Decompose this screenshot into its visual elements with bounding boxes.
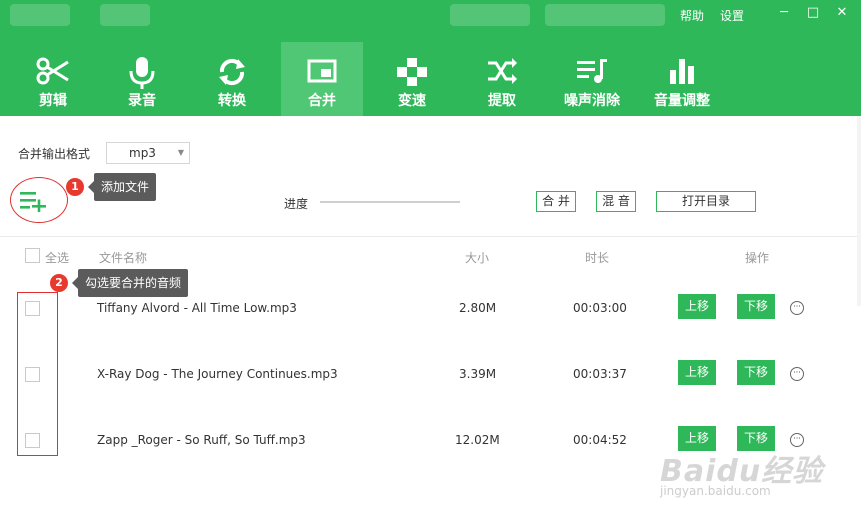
tool-label: 转换 <box>218 93 246 109</box>
move-up-button[interactable]: 上移 <box>678 294 716 319</box>
tool-extract[interactable]: 提取 <box>461 48 543 116</box>
tool-label: 合并 <box>308 93 336 109</box>
select-tooltip: 勾选要合并的音频 <box>71 269 189 297</box>
file-name: X-Ray Dog - The Journey Continues.mp3 <box>97 367 338 381</box>
header-bar: 帮助 设置 ─ □ ✕ 剪辑 录音 转换 合并 变速 提取 噪声消除 音量调整 <box>0 0 861 116</box>
settings-link[interactable]: 设置 <box>720 7 744 24</box>
gamepad-icon <box>397 58 427 86</box>
move-up-button[interactable]: 上移 <box>678 360 716 385</box>
add-file-tooltip: 添加文件 <box>87 173 157 201</box>
minimize-button[interactable]: ─ <box>775 4 793 22</box>
row-checkbox[interactable] <box>25 433 40 448</box>
progress-label: 进度 <box>284 197 309 211</box>
file-duration: 00:03:37 <box>573 367 627 381</box>
file-name: Zapp _Roger - So Ruff, So Tuff.mp3 <box>97 433 306 447</box>
header-select-all: 全选 <box>45 251 70 265</box>
tool-label: 噪声消除 <box>564 93 620 109</box>
header-name: 文件名称 <box>99 251 148 265</box>
shuffle-icon <box>488 58 517 84</box>
tool-label: 变速 <box>398 93 426 109</box>
scissors-icon <box>36 57 69 85</box>
title-blur <box>10 4 70 26</box>
tool-speed[interactable]: 变速 <box>371 48 453 116</box>
format-value: mp3 <box>129 146 156 160</box>
watermark-url: jingyan.baidu.com <box>660 484 771 498</box>
row-checkbox[interactable] <box>25 367 40 382</box>
refresh-icon <box>219 58 245 86</box>
tool-cut[interactable]: 剪辑 <box>12 48 94 116</box>
header-actions: 操作 <box>745 251 770 265</box>
merge-button[interactable]: 合 并 <box>536 191 576 212</box>
file-duration: 00:03:00 <box>573 301 627 315</box>
merge-window-icon <box>307 59 337 83</box>
add-file-icon[interactable] <box>20 190 48 212</box>
file-size: 12.02M <box>455 433 500 447</box>
header-size: 大小 <box>465 251 490 265</box>
step-badge-2: 2 <box>50 274 68 292</box>
more-options-icon[interactable]: ··· <box>790 301 804 315</box>
more-options-icon[interactable]: ··· <box>790 367 804 381</box>
tool-record[interactable]: 录音 <box>101 48 183 116</box>
header-duration: 时长 <box>585 251 610 265</box>
file-duration: 00:04:52 <box>573 433 627 447</box>
file-size: 3.39M <box>459 367 497 381</box>
chevron-down-icon: ▼ <box>177 148 184 157</box>
row-checkbox[interactable] <box>25 301 40 316</box>
step-badge-1: 1 <box>66 178 84 196</box>
progress-bar <box>320 201 460 203</box>
move-down-button[interactable]: 下移 <box>737 360 775 385</box>
title-blur <box>100 4 150 26</box>
maximize-button[interactable]: □ <box>804 4 822 22</box>
tool-volume[interactable]: 音量调整 <box>641 48 723 116</box>
tool-label: 剪辑 <box>39 93 67 109</box>
title-blur <box>545 4 665 26</box>
music-list-icon <box>577 59 607 83</box>
move-down-button[interactable]: 下移 <box>737 294 775 319</box>
tool-label: 音量调整 <box>654 93 710 109</box>
app-window: 帮助 设置 ─ □ ✕ 剪辑 录音 转换 合并 变速 提取 噪声消除 音量调整 … <box>0 0 861 522</box>
select-all-checkbox[interactable] <box>25 248 40 263</box>
tool-convert[interactable]: 转换 <box>191 48 273 116</box>
title-blur <box>450 4 530 26</box>
format-select[interactable]: mp3 ▼ <box>106 142 190 164</box>
divider <box>0 236 861 237</box>
open-directory-button[interactable]: 打开目录 <box>656 191 756 212</box>
bars-icon <box>670 59 694 84</box>
file-name: Tiffany Alvord - All Time Low.mp3 <box>97 301 297 315</box>
tool-denoise[interactable]: 噪声消除 <box>551 48 633 116</box>
help-link[interactable]: 帮助 <box>680 7 704 24</box>
scroll-edge <box>857 116 861 306</box>
tool-label: 录音 <box>128 93 156 109</box>
mix-button[interactable]: 混 音 <box>596 191 636 212</box>
microphone-icon <box>129 57 155 89</box>
file-size: 2.80M <box>459 301 497 315</box>
more-options-icon[interactable]: ··· <box>790 433 804 447</box>
tool-label: 提取 <box>488 93 516 109</box>
close-button[interactable]: ✕ <box>833 4 851 22</box>
tool-merge[interactable]: 合并 <box>281 42 363 116</box>
format-label: 合并输出格式 <box>18 147 91 161</box>
